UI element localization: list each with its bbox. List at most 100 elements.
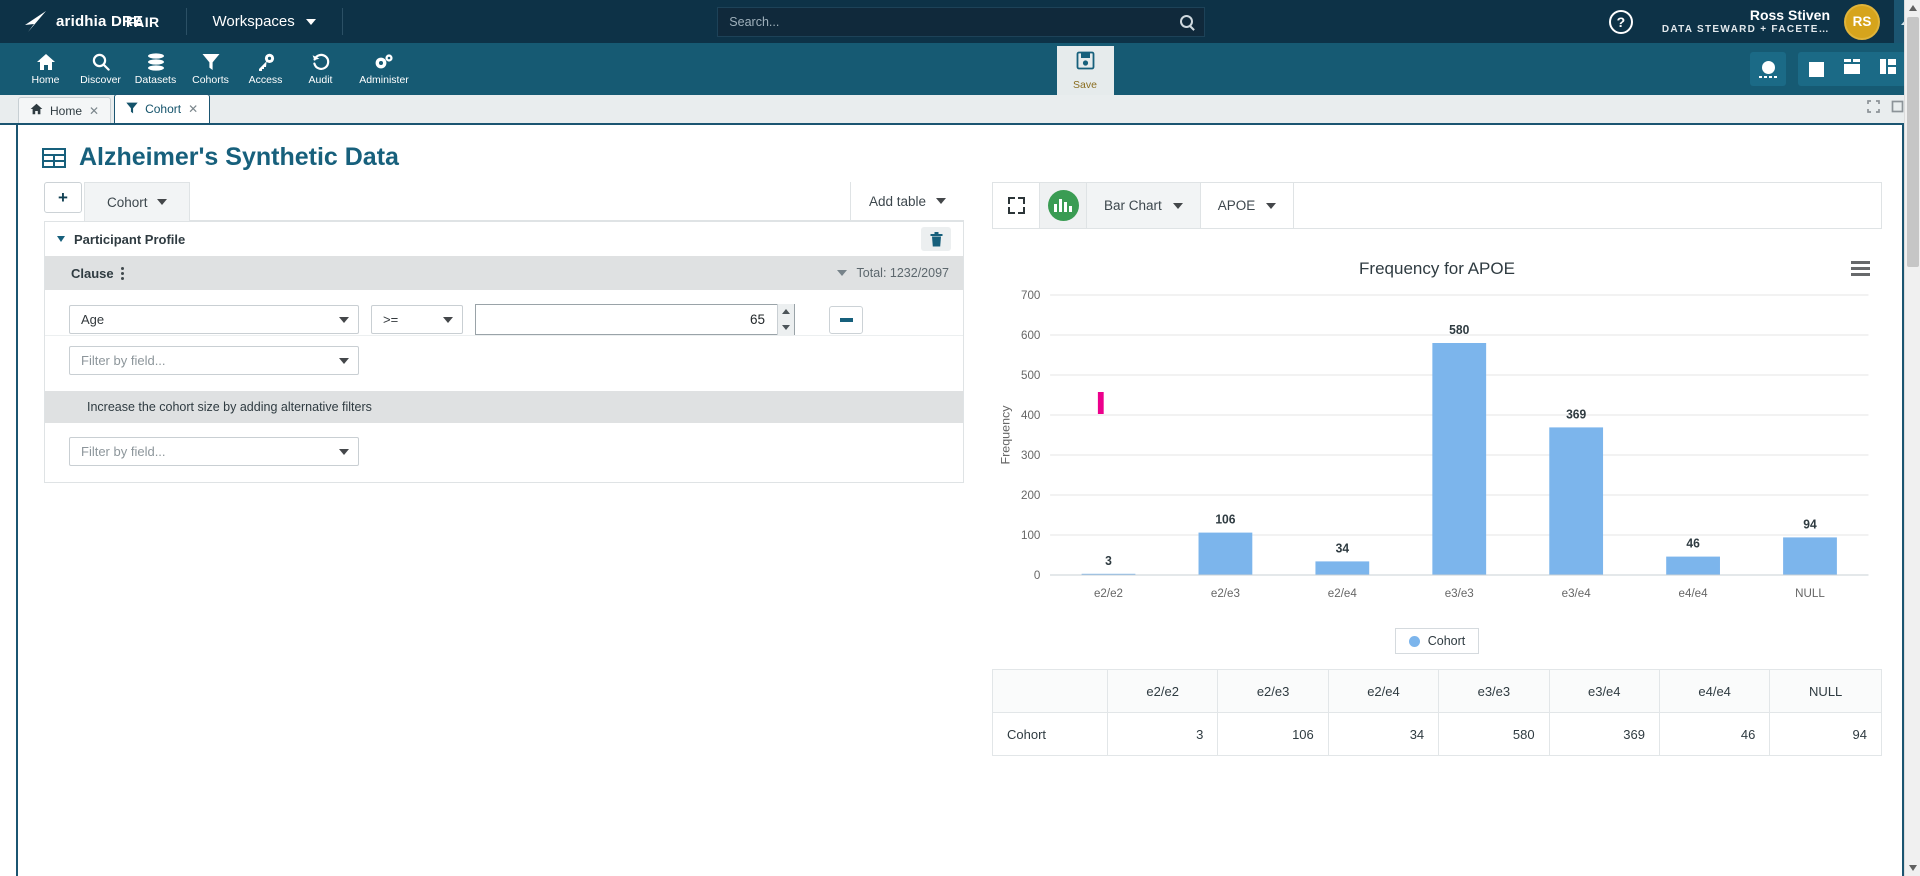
- search-icon[interactable]: [1180, 15, 1194, 28]
- filter-field-select[interactable]: Age: [69, 305, 359, 334]
- svg-text:46: 46: [1686, 536, 1700, 550]
- maximize-icon[interactable]: [1891, 100, 1904, 113]
- page-scrollbar[interactable]: [1904, 0, 1920, 876]
- nav-item-datasets[interactable]: Datasets: [128, 43, 183, 95]
- close-icon[interactable]: ✕: [89, 104, 99, 118]
- svg-text:e3/e4: e3/e4: [1562, 586, 1591, 600]
- table-column-header: e2/e2: [1106, 669, 1219, 713]
- tab-cohort[interactable]: Cohort ✕: [114, 94, 211, 123]
- tab-label: Cohort: [145, 102, 182, 116]
- chart-fullscreen-button[interactable]: [993, 183, 1040, 228]
- nav-item-audit[interactable]: Audit: [293, 43, 348, 95]
- svg-text:600: 600: [1021, 328, 1041, 342]
- chart-visualisation-button[interactable]: [1040, 183, 1087, 228]
- chart-type-value: Bar Chart: [1104, 198, 1162, 213]
- nav-item-home[interactable]: Home: [18, 43, 73, 95]
- chevron-down-icon[interactable]: [57, 236, 65, 242]
- nav-label: Audit: [308, 74, 333, 86]
- nav-item-access[interactable]: Access: [238, 43, 293, 95]
- table-head: e2/e2 e2/e3 e2/e4 e3/e3 e3/e4 e4/e4 NULL: [992, 669, 1882, 713]
- table-column-header: e4/e4: [1658, 669, 1771, 713]
- table-row: Cohort 3 106 34 580 369 46 94: [992, 712, 1882, 756]
- table-body: Cohort 3 106 34 580 369 46 94: [992, 712, 1882, 756]
- search-box[interactable]: [717, 6, 1206, 37]
- chart-variable-value: APOE: [1217, 198, 1256, 213]
- brand-product: FAIR: [126, 13, 160, 30]
- svg-text:3: 3: [1105, 554, 1112, 568]
- fullscreen-icon[interactable]: [1867, 100, 1880, 113]
- chart-panel: Bar Chart APOE Frequency for APOE 0 100 20…: [992, 182, 1882, 876]
- clause-menu-icon[interactable]: [120, 266, 124, 280]
- scrollbar-thumb[interactable]: [1907, 17, 1919, 267]
- content-area: + Cohort Add table Participant Profile C…: [18, 182, 1902, 876]
- clause-label: Clause: [71, 265, 114, 281]
- filter-value-input[interactable]: 65: [476, 312, 777, 327]
- layout-side-split-button[interactable]: [1870, 52, 1906, 86]
- scroll-down-icon[interactable]: [1909, 865, 1917, 871]
- filter-operator-select[interactable]: >=: [371, 305, 463, 334]
- nav-label: Cohorts: [192, 74, 229, 86]
- search-input[interactable]: [729, 14, 1181, 29]
- group-title: Participant Profile: [74, 231, 186, 247]
- aridhia-logo-icon: [22, 10, 48, 33]
- user-name: Ross Stiven: [1749, 6, 1830, 23]
- cohort-builder-panel: + Cohort Add table Participant Profile C…: [44, 182, 964, 876]
- workspaces-label: Workspaces: [212, 13, 295, 30]
- filter-value-stepper[interactable]: 65: [475, 304, 795, 335]
- chart-toolbar: Bar Chart APOE: [992, 182, 1882, 229]
- stepper-down-icon[interactable]: [782, 324, 790, 330]
- alt-filter-field-select[interactable]: Filter by field...: [69, 437, 359, 466]
- stepper-buttons[interactable]: [777, 304, 794, 335]
- delete-group-button[interactable]: [921, 227, 951, 251]
- chevron-down-icon: [156, 199, 167, 205]
- home-icon: [36, 52, 56, 71]
- layout-top-split-button[interactable]: [1834, 52, 1870, 86]
- nav-item-cohorts[interactable]: Cohorts: [183, 43, 238, 95]
- table-column-header: e2/e3: [1217, 669, 1329, 713]
- save-button[interactable]: Save: [1056, 46, 1114, 95]
- group-title-block[interactable]: Participant Profile: [57, 232, 185, 247]
- nav-label: Access: [248, 74, 283, 86]
- svg-text:NULL: NULL: [1795, 586, 1825, 600]
- clause-bar: Clause Total: 1232/2097: [45, 256, 963, 290]
- avatar[interactable]: RS: [1844, 3, 1880, 40]
- alt-hint-label: Increase the cohort size by adding alter…: [87, 400, 372, 414]
- stepper-up-icon[interactable]: [782, 309, 790, 315]
- add-table-button[interactable]: Add table: [849, 182, 964, 221]
- tab-home[interactable]: Home ✕: [18, 97, 112, 123]
- remove-filter-button[interactable]: [829, 305, 863, 334]
- filter-operator-value: >=: [383, 312, 399, 327]
- nav-item-administer[interactable]: Administer: [348, 43, 420, 95]
- table-cell: 580: [1438, 712, 1550, 756]
- add-table-label: Add table: [868, 193, 926, 209]
- total-count[interactable]: Total: 1232/2097: [836, 266, 949, 280]
- nav-label: Datasets: [134, 74, 177, 86]
- chart-type-select[interactable]: Bar Chart: [1087, 183, 1201, 228]
- filter-field-value: Age: [81, 312, 105, 327]
- single-pane-icon: [1808, 61, 1824, 77]
- top-bar: aridhia DRE FAIR Workspaces ? Ross Stive…: [0, 0, 1920, 43]
- layout-button-group: [1798, 52, 1906, 86]
- alt-filter-placeholder: Filter by field...: [81, 444, 166, 459]
- top-right-group: ? Ross Stiven DATA STEWARD + FACETE… RS: [1580, 0, 1920, 43]
- chart-variable-select[interactable]: APOE: [1200, 183, 1295, 228]
- nav-item-discover[interactable]: Discover: [73, 43, 128, 95]
- cohort-table-tab[interactable]: Cohort: [84, 182, 190, 221]
- add-cohort-button[interactable]: +: [44, 182, 82, 213]
- user-info[interactable]: Ross Stiven DATA STEWARD + FACETE…: [1662, 7, 1844, 37]
- chart-menu-icon[interactable]: [1851, 261, 1870, 276]
- legend-item-cohort[interactable]: Cohort: [1394, 628, 1480, 654]
- tab-label: Home: [50, 103, 83, 118]
- table-cell: 106: [1217, 712, 1329, 756]
- svg-text:580: 580: [1449, 323, 1469, 337]
- legend-marker-icon: [1408, 635, 1420, 647]
- scroll-up-icon[interactable]: [1909, 5, 1917, 11]
- layout-single-button[interactable]: [1798, 52, 1834, 86]
- close-icon[interactable]: ✕: [188, 102, 198, 116]
- chevron-down-icon: [305, 18, 316, 25]
- add-filter-field-select[interactable]: Filter by field...: [69, 346, 359, 375]
- workspaces-menu[interactable]: Workspaces: [187, 0, 342, 43]
- clause-label-block: Clause: [71, 266, 124, 281]
- more-options-button[interactable]: [1750, 52, 1786, 86]
- help-icon[interactable]: ?: [1608, 9, 1633, 34]
